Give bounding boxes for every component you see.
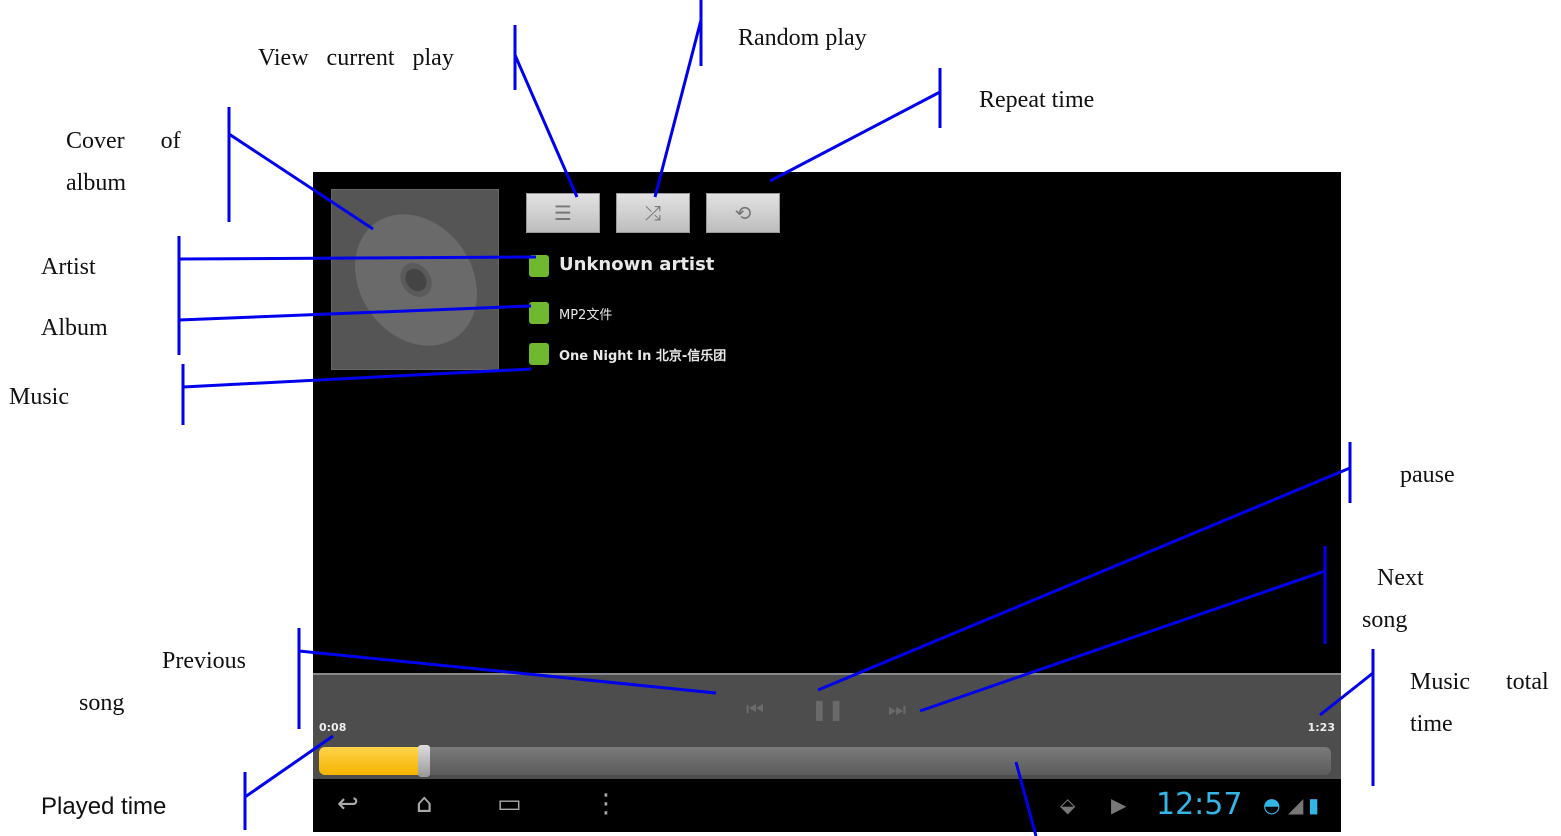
home-icon[interactable]: ⌂: [416, 789, 433, 819]
label-music: Music: [9, 384, 69, 410]
elapsed-time: 0:08: [319, 721, 347, 734]
back-icon[interactable]: ↩: [337, 789, 359, 819]
label-next-song: song: [1362, 607, 1408, 633]
list-icon: ☰: [554, 201, 572, 225]
view-current-play-button[interactable]: ☰: [526, 193, 600, 233]
usb-icon: ⬙: [1060, 793, 1076, 817]
artist-name: Unknown artist: [559, 254, 715, 275]
signal-icon: ◢: [1288, 793, 1304, 817]
label-previous: Previous: [162, 648, 246, 674]
repeat-icon: ⟲: [734, 201, 752, 225]
shuffle-button[interactable]: ⤮: [616, 193, 690, 233]
label-album-cover-line2: album: [66, 170, 126, 196]
recent-apps-icon[interactable]: ▭: [497, 789, 522, 819]
label-album: Album: [41, 315, 108, 341]
label-next: Next: [1377, 565, 1424, 591]
label-random-play: Random play: [738, 25, 867, 51]
menu-icon[interactable]: ⋮: [593, 789, 619, 819]
label-view-current-play: View current play: [258, 45, 454, 71]
system-nav-bar: ↩ ⌂ ▭ ⋮ ⬙ ▶ 12:57 ◓ ◢ ▮: [313, 779, 1341, 832]
music-note-icon: [529, 343, 549, 365]
next-song-button[interactable]: ⏭: [883, 697, 911, 721]
battery-icon: ▮: [1308, 793, 1320, 817]
label-cover-of: Cover of: [66, 128, 181, 154]
wifi-icon: ◓: [1263, 793, 1281, 817]
status-clock: 12:57: [1156, 787, 1243, 822]
album-cover[interactable]: [329, 189, 503, 370]
music-player-screen: ☰ ⤮ ⟲ Unknown artist MP2文件 One Night In …: [313, 172, 1341, 832]
seek-bar[interactable]: [319, 745, 1331, 777]
label-repeat-time: Repeat time: [979, 87, 1095, 113]
label-played-time: Played time: [41, 793, 167, 820]
album-icon: [529, 302, 549, 324]
label-music-total: Music total: [1410, 669, 1549, 695]
playback-controls: ⏮ ❚❚ ⏭ 0:08 1:23: [313, 673, 1341, 781]
seek-thumb[interactable]: [418, 745, 430, 777]
previous-song-button[interactable]: ⏮: [741, 697, 769, 721]
seek-bar-fill: [319, 747, 420, 775]
total-time: 1:23: [1307, 721, 1335, 734]
pause-button[interactable]: ❚❚: [811, 697, 845, 721]
repeat-button[interactable]: ⟲: [706, 193, 780, 233]
label-pause: pause: [1400, 462, 1455, 488]
microphone-icon: [529, 255, 549, 277]
label-total-time: time: [1410, 711, 1453, 737]
disc-icon: [329, 190, 503, 370]
label-artist: Artist: [41, 254, 96, 280]
album-name: MP2文件: [559, 308, 613, 323]
label-previous-song: song: [79, 690, 125, 716]
shuffle-icon: ⤮: [645, 201, 661, 225]
song-title: One Night In 北京-信乐团: [559, 349, 727, 364]
media-playing-icon: ▶: [1111, 793, 1127, 817]
